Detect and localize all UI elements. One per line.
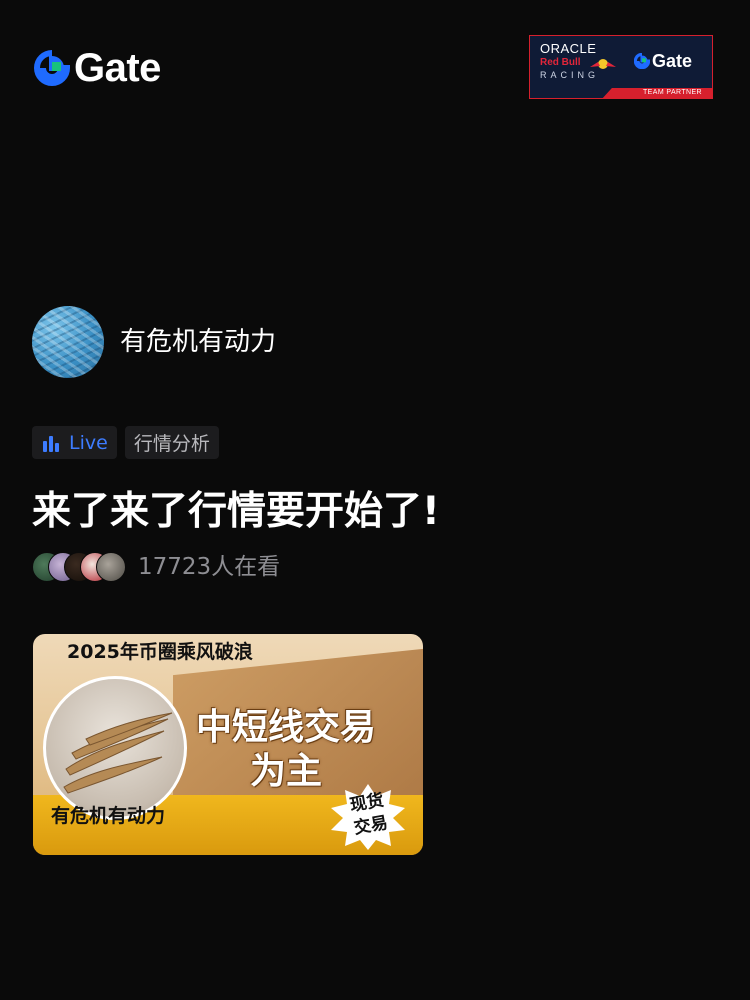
brand-name: Gate [74, 46, 161, 90]
topic-label[interactable]: 行情分析 [134, 429, 210, 456]
partner-line1: ORACLE [540, 41, 597, 56]
thumbnail-headline: 中短线交易 为主 [187, 706, 385, 794]
thumbnail-top-text: 2025年币圈乘风破浪 [67, 641, 253, 663]
partner-strip-text: TEAM PARTNER [643, 89, 702, 96]
tag-row: Live 行情分析 [32, 426, 219, 459]
gate-logo-icon [34, 50, 70, 86]
live-tag: Live [32, 426, 117, 459]
topic-tag[interactable]: 行情分析 [124, 426, 219, 459]
stream-thumbnail[interactable]: 2025年币圈乘风破浪 有危机有动力 中短线交易 为主 现货 交易 [33, 634, 423, 855]
partner-badge: ORACLE Red Bull RACING Gate TEAM PARTNER [529, 35, 713, 99]
viewer-avatars [32, 552, 126, 582]
host-avatar[interactable] [32, 306, 104, 378]
viewer-avatar [96, 552, 126, 582]
partner-line3: RACING [540, 70, 600, 80]
thumbnail-host-label: 有危机有动力 [51, 805, 166, 827]
host-row[interactable]: 有危机有动力 [32, 306, 276, 378]
partner-brand: Gate [652, 51, 693, 71]
partner-gate-logo: Gate [634, 51, 692, 71]
live-label: Live [69, 431, 108, 454]
host-name[interactable]: 有危机有动力 [120, 327, 276, 357]
bull-icon [590, 59, 616, 69]
thumbnail-headline-line1: 中短线交易 [195, 707, 376, 748]
stream-title: 来了来了行情要开始了! [32, 489, 440, 534]
thumbnail-host-photo [43, 676, 187, 820]
viewers-row: 17723人在看 [32, 552, 280, 582]
feather-image-icon [63, 712, 173, 794]
live-bars-icon [43, 435, 59, 452]
gate-logo: Gate [34, 48, 161, 88]
gate-logo-small-icon [634, 53, 650, 69]
viewer-count: 17723人在看 [138, 554, 281, 580]
